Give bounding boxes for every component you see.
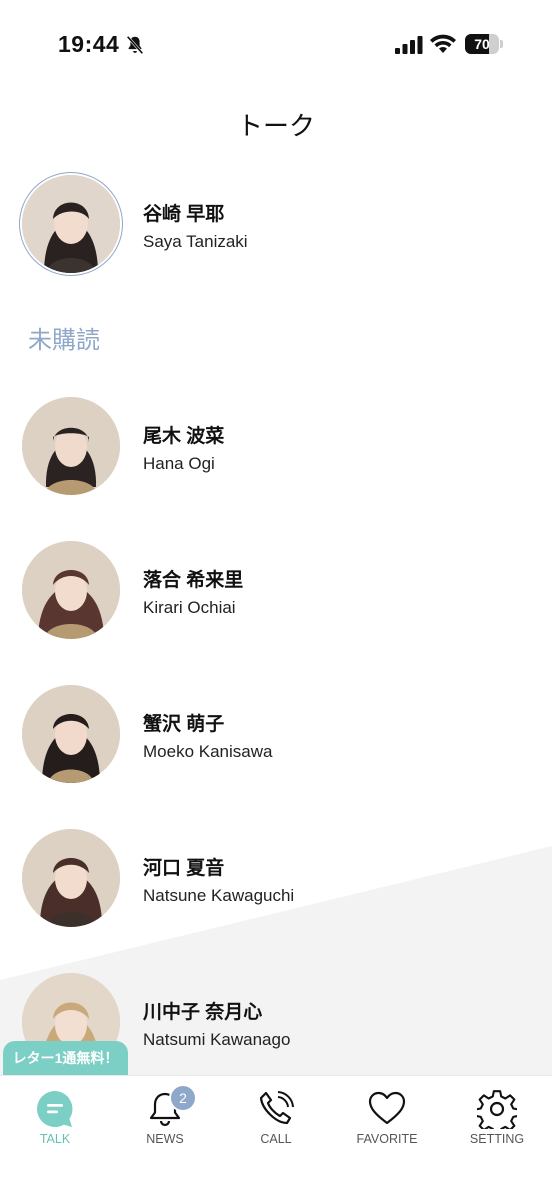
member-name-en: Saya Tanizaki: [143, 232, 248, 251]
member-row[interactable]: 河口 夏音 Natsune Kawaguchi: [22, 829, 522, 929]
tab-label: FAVORITE: [356, 1132, 418, 1146]
tab-label: CALL: [260, 1132, 292, 1146]
bottom-tab-bar: TALK 2 NEWS CALL FAVORITE SETTING: [0, 1075, 552, 1201]
talk-bubble-icon: [37, 1091, 73, 1127]
member-row[interactable]: 尾木 波菜 Hana Ogi: [22, 397, 522, 497]
member-name-en: Kirari Ochiai: [143, 598, 236, 617]
tab-talk[interactable]: TALK: [0, 1076, 110, 1166]
pinned-member-row[interactable]: 谷崎 早耶 Saya Tanizaki: [22, 175, 522, 275]
free-letter-promo[interactable]: レター1通無料！: [3, 1041, 128, 1075]
member-name-en: Hana Ogi: [143, 454, 215, 473]
tab-label: NEWS: [146, 1132, 184, 1146]
member-name-jp: 川中子 奈月心: [143, 1002, 263, 1023]
tab-label: TALK: [39, 1132, 71, 1146]
heart-icon: [368, 1091, 406, 1125]
section-unsubscribed-label: 未購読: [28, 327, 100, 354]
member-row[interactable]: 蟹沢 萌子 Moeko Kanisawa: [22, 685, 522, 785]
bell-muted-icon: [126, 35, 144, 55]
wifi-icon: [430, 34, 456, 53]
battery-indicator: 70: [465, 34, 503, 54]
member-row[interactable]: 落合 希来里 Kirari Ochiai: [22, 541, 522, 641]
avatar: [22, 397, 120, 495]
member-name-jp: 蟹沢 萌子: [143, 714, 225, 735]
member-name-jp: 落合 希来里: [143, 570, 244, 591]
tab-label: SETTING: [469, 1132, 525, 1146]
tab-call[interactable]: CALL: [221, 1076, 331, 1166]
avatar: [22, 175, 120, 273]
news-count-badge: 2: [169, 1084, 197, 1112]
status-time: 19:44: [58, 31, 120, 57]
member-name-en: Moeko Kanisawa: [143, 742, 273, 761]
battery-percent: 70: [474, 36, 490, 52]
phone-icon: [259, 1091, 294, 1125]
status-bar: 19:44 70: [0, 0, 552, 90]
member-name-en: Natsune Kawaguchi: [143, 886, 295, 905]
avatar: [22, 685, 120, 783]
tab-setting[interactable]: SETTING: [442, 1076, 552, 1166]
member-name-jp: 河口 夏音: [143, 858, 225, 879]
tab-favorite[interactable]: FAVORITE: [332, 1076, 442, 1166]
member-name-jp: 谷崎 早耶: [143, 204, 225, 225]
cellular-signal-icon: [395, 36, 423, 54]
tab-news[interactable]: 2 NEWS: [110, 1076, 220, 1166]
gear-icon: [477, 1090, 517, 1129]
page-title: トーク: [236, 111, 315, 141]
avatar: [22, 541, 120, 639]
member-name-en: Natsumi Kawanago: [143, 1030, 291, 1049]
member-name-jp: 尾木 波菜: [143, 426, 225, 447]
avatar: [22, 829, 120, 927]
